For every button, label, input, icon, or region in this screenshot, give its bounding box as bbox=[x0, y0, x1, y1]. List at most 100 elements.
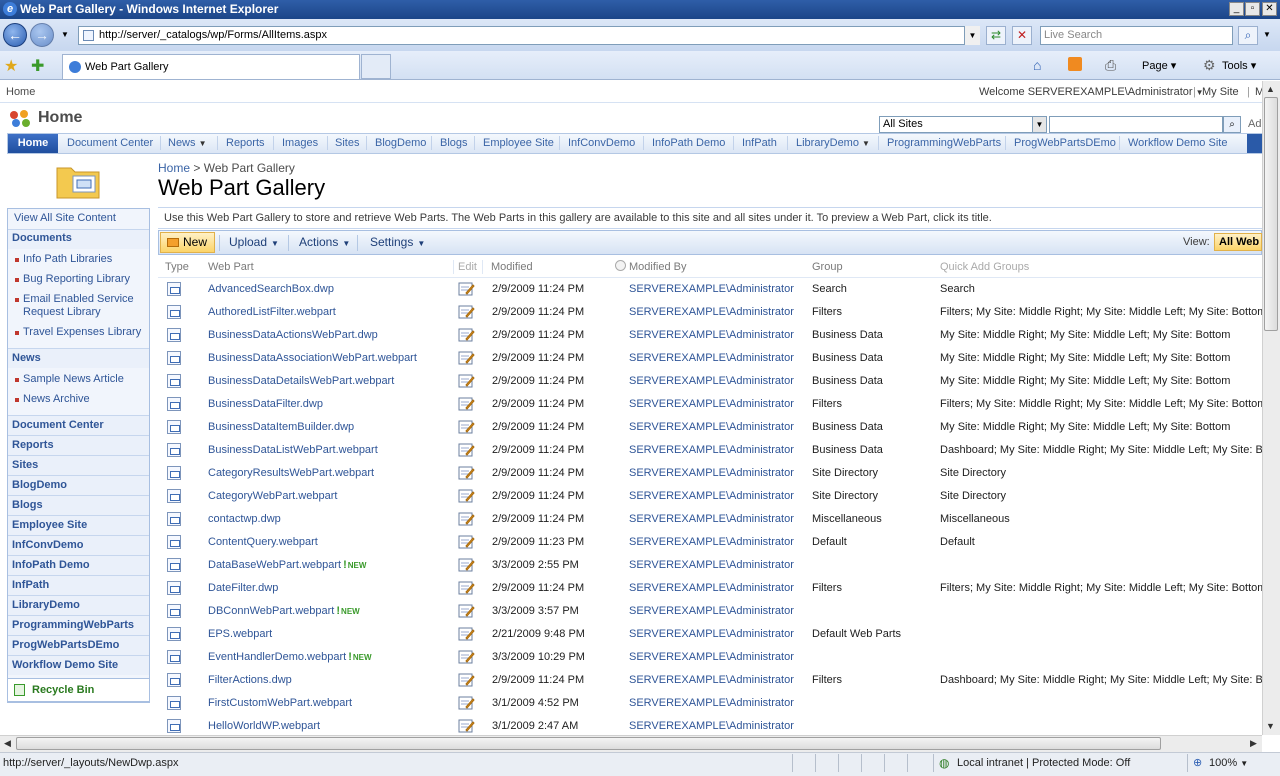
recycle-bin-link[interactable]: Recycle Bin bbox=[7, 678, 150, 702]
webpart-name-link[interactable]: DBConnWebPart.webpart !NEW bbox=[208, 604, 440, 619]
modified-by-link[interactable]: SERVEREXAMPLE\Administrator bbox=[629, 443, 809, 457]
ql-item-news-archive[interactable]: News Archive bbox=[23, 393, 90, 405]
edit-properties-icon[interactable] bbox=[458, 603, 475, 619]
scroll-left-icon[interactable]: ◀ bbox=[4, 738, 11, 749]
browser-tab-active[interactable]: Web Part Gallery bbox=[62, 54, 360, 79]
modified-by-link[interactable]: SERVEREXAMPLE\Administrator bbox=[629, 489, 809, 503]
scroll-down-icon[interactable]: ▼ bbox=[1266, 721, 1275, 731]
edit-properties-icon[interactable] bbox=[458, 396, 475, 412]
address-dropdown-icon[interactable]: ▼ bbox=[964, 26, 980, 45]
col-web-part[interactable]: Web Part bbox=[208, 261, 254, 273]
maximize-button[interactable]: ▫ bbox=[1245, 2, 1260, 16]
scroll-right-icon[interactable]: ▶ bbox=[1250, 738, 1257, 749]
ql-heading-employee-site[interactable]: Employee Site bbox=[12, 519, 146, 531]
topnav-librarydemo[interactable]: LibraryDemo ▼ bbox=[796, 136, 870, 151]
webpart-name-link[interactable]: AuthoredListFilter.webpart bbox=[208, 305, 440, 319]
topnav-sites[interactable]: Sites bbox=[335, 136, 359, 150]
ql-heading-news[interactable]: News bbox=[12, 352, 146, 364]
ql-heading-sites[interactable]: Sites bbox=[12, 459, 146, 471]
ql-item-info-path-libraries[interactable]: Info Path Libraries bbox=[23, 253, 112, 265]
tools-menu-button[interactable]: Tools ▾ bbox=[1222, 58, 1256, 74]
ql-item-travel-expenses-library[interactable]: Travel Expenses Library bbox=[23, 326, 141, 338]
ql-heading-infconvdemo[interactable]: InfConvDemo bbox=[12, 539, 146, 551]
edit-properties-icon[interactable] bbox=[458, 511, 475, 527]
feeds-icon[interactable] bbox=[1068, 57, 1082, 71]
view-selector[interactable]: All Web Parts bbox=[1214, 233, 1262, 251]
address-bar[interactable]: http://server/_catalogs/wp/Forms/AllItem… bbox=[78, 26, 980, 45]
edit-properties-icon[interactable] bbox=[458, 350, 475, 366]
ql-heading-infpath[interactable]: InfPath bbox=[12, 579, 146, 591]
edit-properties-icon[interactable] bbox=[458, 695, 475, 711]
home-icon[interactable]: ⌂ bbox=[1033, 57, 1041, 73]
ql-heading-blogs[interactable]: Blogs bbox=[12, 499, 146, 511]
settings-menu[interactable]: Settings ▼ bbox=[370, 235, 425, 249]
topnav-programmingwebparts[interactable]: ProgrammingWebParts bbox=[887, 136, 1001, 150]
ql-item-email-enabled-library[interactable]: Email Enabled Service Request Library bbox=[23, 293, 138, 319]
topnav-blogdemo[interactable]: BlogDemo bbox=[375, 136, 426, 150]
webpart-name-link[interactable]: BusinessDataFilter.dwp bbox=[208, 397, 440, 411]
breadcrumb-home-link[interactable]: Home bbox=[158, 161, 190, 175]
topnav-progwebpartsdemo[interactable]: ProgWebPartsDEmo bbox=[1014, 136, 1116, 150]
topnav-infconvdemo[interactable]: InfConvDemo bbox=[568, 136, 635, 150]
webpart-name-link[interactable]: FirstCustomWebPart.webpart bbox=[208, 696, 440, 710]
webpart-name-link[interactable]: EPS.webpart bbox=[208, 627, 440, 641]
print-icon[interactable]: ⎙ bbox=[1105, 57, 1116, 74]
edit-properties-icon[interactable] bbox=[458, 419, 475, 435]
edit-properties-icon[interactable] bbox=[458, 557, 475, 573]
live-search-input[interactable]: Live Search bbox=[1040, 26, 1233, 45]
horizontal-scroll-thumb[interactable] bbox=[16, 737, 1161, 750]
topnav-reports[interactable]: Reports bbox=[226, 136, 265, 150]
back-button[interactable]: ← bbox=[3, 23, 27, 47]
ql-heading-progwebpartsdemo[interactable]: ProgWebPartsDEmo bbox=[12, 639, 146, 651]
advanced-search-link[interactable]: Ad bbox=[1248, 118, 1261, 130]
modified-by-link[interactable]: SERVEREXAMPLE\Administrator bbox=[629, 512, 809, 526]
view-all-site-content-link[interactable]: View All Site Content bbox=[14, 212, 116, 224]
ql-item-sample-news-article[interactable]: Sample News Article bbox=[23, 373, 124, 385]
ql-heading-reports[interactable]: Reports bbox=[12, 439, 146, 451]
edit-properties-icon[interactable] bbox=[458, 718, 475, 734]
edit-properties-icon[interactable] bbox=[458, 649, 475, 665]
forward-button[interactable]: → bbox=[30, 23, 54, 47]
webpart-name-link[interactable]: BusinessDataActionsWebPart.dwp bbox=[208, 328, 440, 342]
site-search-input[interactable] bbox=[1049, 116, 1223, 133]
modified-by-link[interactable]: SERVEREXAMPLE\Administrator bbox=[629, 397, 809, 411]
webpart-name-link[interactable]: CategoryResultsWebPart.webpart bbox=[208, 466, 440, 480]
modified-by-link[interactable]: SERVEREXAMPLE\Administrator bbox=[629, 351, 809, 365]
webpart-name-link[interactable]: HelloWorldWP.webpart bbox=[208, 719, 440, 733]
zoom-level[interactable]: 100% ▼ bbox=[1209, 757, 1248, 769]
modified-by-link[interactable]: SERVEREXAMPLE\Administrator bbox=[629, 558, 809, 572]
scroll-up-icon[interactable]: ▲ bbox=[1266, 84, 1275, 94]
new-button[interactable]: New bbox=[160, 232, 215, 253]
add-favorites-icon[interactable]: ✚ bbox=[31, 56, 44, 76]
edit-properties-icon[interactable] bbox=[458, 488, 475, 504]
search-icon[interactable]: ⌕ bbox=[1238, 26, 1258, 45]
stop-icon[interactable]: ✕ bbox=[1012, 26, 1032, 45]
edit-properties-icon[interactable] bbox=[458, 304, 475, 320]
webpart-name-link[interactable]: EventHandlerDemo.webpart !NEW bbox=[208, 650, 440, 665]
my-site-link[interactable]: My Site bbox=[1202, 86, 1239, 98]
modified-by-link[interactable]: SERVEREXAMPLE\Administrator bbox=[629, 627, 809, 641]
topnav-news[interactable]: News ▼ bbox=[168, 136, 207, 151]
modified-by-link[interactable]: SERVEREXAMPLE\Administrator bbox=[629, 535, 809, 549]
ql-heading-blogdemo[interactable]: BlogDemo bbox=[12, 479, 146, 491]
edit-properties-icon[interactable] bbox=[458, 373, 475, 389]
topnav-home[interactable]: Home bbox=[8, 134, 58, 153]
modified-by-link[interactable]: SERVEREXAMPLE\Administrator bbox=[629, 466, 809, 480]
modified-by-link[interactable]: SERVEREXAMPLE\Administrator bbox=[629, 305, 809, 319]
modified-by-link[interactable]: SERVEREXAMPLE\Administrator bbox=[629, 581, 809, 595]
webpart-name-link[interactable]: BusinessDataListWebPart.webpart bbox=[208, 443, 440, 457]
security-zone[interactable]: Local intranet | Protected Mode: Off bbox=[957, 757, 1130, 769]
ql-heading-programmingwebparts[interactable]: ProgrammingWebParts bbox=[12, 619, 146, 631]
site-title[interactable]: Home bbox=[38, 109, 82, 127]
ql-heading-workflow-demo-site[interactable]: Workflow Demo Site bbox=[12, 659, 146, 671]
topnav-document-center[interactable]: Document Center bbox=[67, 136, 153, 150]
topnav-workflow-demo-site[interactable]: Workflow Demo Site bbox=[1128, 136, 1227, 150]
webpart-name-link[interactable]: BusinessDataAssociationWebPart.webpart bbox=[208, 351, 440, 365]
ql-heading-documents[interactable]: Documents bbox=[12, 232, 146, 244]
welcome-menu[interactable]: Welcome SERVEREXAMPLE\Administrator ▼ bbox=[979, 86, 1204, 98]
search-options-icon[interactable]: ▼ bbox=[1263, 30, 1271, 39]
modified-by-link[interactable]: SERVEREXAMPLE\Administrator bbox=[629, 374, 809, 388]
modified-by-link[interactable]: SERVEREXAMPLE\Administrator bbox=[629, 673, 809, 687]
ql-heading-document-center[interactable]: Document Center bbox=[12, 419, 146, 431]
ql-heading-librarydemo[interactable]: LibraryDemo bbox=[12, 599, 146, 611]
